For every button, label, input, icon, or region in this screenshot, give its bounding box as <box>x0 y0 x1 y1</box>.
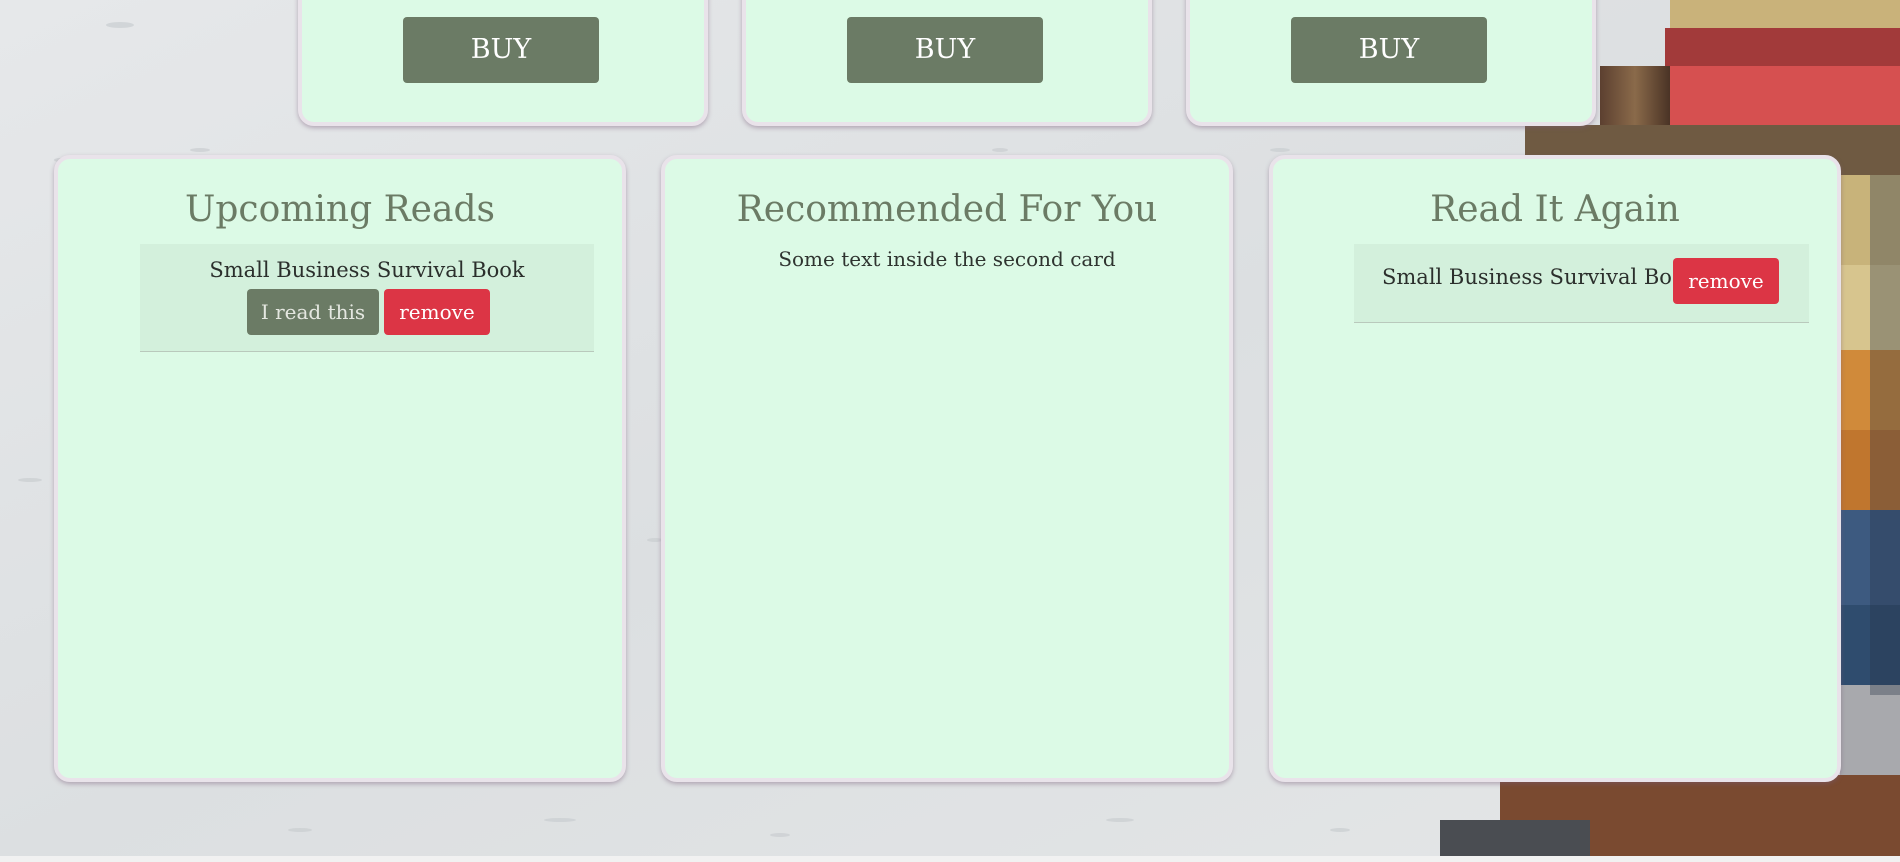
remove-button[interactable]: remove <box>384 289 490 335</box>
recommended-card: Recommended For You Some text inside the… <box>661 155 1233 782</box>
remove-button[interactable]: remove <box>1673 258 1779 304</box>
card-text: Some text inside the second card <box>778 247 1116 271</box>
page-bottom-edge <box>0 856 1900 862</box>
list-item: Small Business Survival Book I read this… <box>140 244 594 352</box>
book-title: Small Business Survival Book <box>1382 265 1698 289</box>
i-read-this-button[interactable]: I read this <box>247 289 379 335</box>
book-title: Small Business Survival Book <box>209 258 525 282</box>
card-title: Read It Again <box>1430 189 1680 230</box>
shop-card-2: BUY <box>742 0 1152 126</box>
buy-button[interactable]: BUY <box>1291 17 1487 83</box>
upcoming-reads-card: Upcoming Reads Small Business Survival B… <box>54 155 626 782</box>
shop-card-3: BUY <box>1186 0 1596 126</box>
card-title: Upcoming Reads <box>185 189 495 230</box>
buy-button[interactable]: BUY <box>847 17 1043 83</box>
card-title: Recommended For You <box>736 189 1158 230</box>
buy-button[interactable]: BUY <box>403 17 599 83</box>
read-it-again-card: Read It Again Small Business Survival Bo… <box>1269 155 1841 782</box>
list-item: Small Business Survival Book remove <box>1354 244 1809 323</box>
shop-card-1: BUY <box>298 0 708 126</box>
